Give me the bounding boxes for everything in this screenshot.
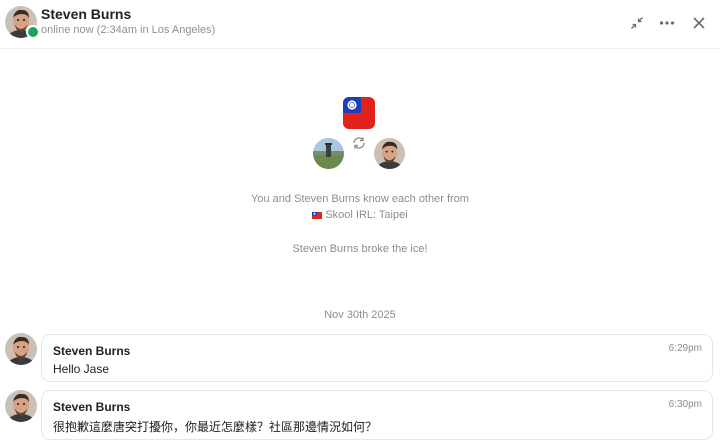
sync-icon	[353, 137, 365, 149]
date-separator: Nov 30th 2025	[324, 309, 396, 321]
collapse-icon	[631, 17, 643, 29]
avatar[interactable]	[5, 333, 37, 365]
message-time: 6:30pm	[668, 399, 702, 410]
message-text: Hello Jase	[53, 362, 110, 376]
online-indicator	[26, 25, 40, 39]
taiwan-flag-icon	[312, 212, 323, 219]
chat-header: Steven Burns online now (2:34am in Los A…	[0, 0, 720, 49]
close-button[interactable]	[688, 12, 710, 34]
connection-text: You and Steven Burns know each other fro…	[251, 193, 469, 205]
message-text: 很抱歉這麼唐突打擾你，你最近怎麼樣？社區那邊情況如何？	[53, 420, 378, 434]
message-time: 6:29pm	[668, 343, 702, 354]
message-card: Steven Burns 6:29pm Hello Jase	[41, 334, 713, 382]
contact-avatar	[374, 138, 405, 169]
collapse-button[interactable]	[626, 12, 648, 34]
message-card: Steven Burns 6:30pm 很抱歉這麼唐突打擾你，你最近怎麼樣？社區…	[41, 390, 713, 440]
avatar[interactable]	[5, 390, 37, 422]
group-link[interactable]: Skool IRL: Taipei	[325, 209, 407, 221]
taiwan-flag-icon	[343, 97, 375, 129]
more-icon	[659, 21, 675, 25]
contact-status: online now (2:34am in Los Angeles)	[41, 24, 216, 36]
message-author[interactable]: Steven Burns	[53, 344, 130, 358]
close-icon	[693, 17, 705, 29]
message-author[interactable]: Steven Burns	[53, 400, 130, 414]
contact-name[interactable]: Steven Burns	[41, 6, 131, 22]
my-avatar	[313, 138, 344, 169]
more-button[interactable]	[656, 12, 678, 34]
ice-breaker-text: Steven Burns broke the ice!	[292, 243, 428, 255]
group-line: Skool IRL: Taipei	[0, 209, 720, 221]
